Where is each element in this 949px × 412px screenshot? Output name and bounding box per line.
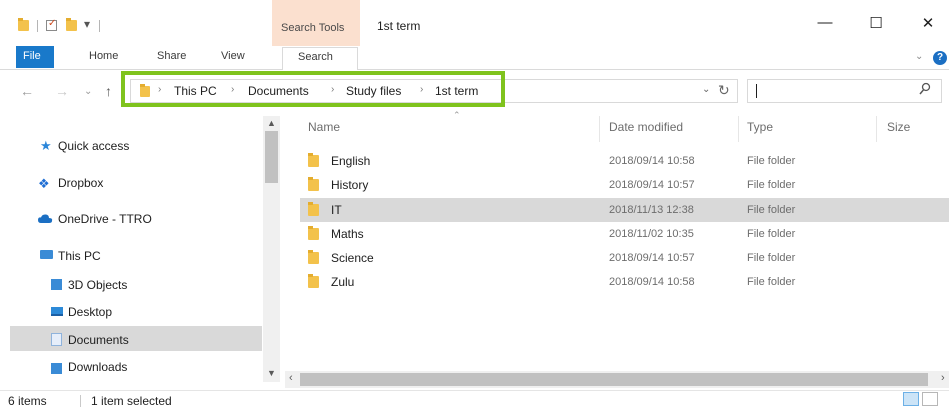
column-divider[interactable] (599, 116, 600, 142)
search-tools-label: Search Tools (281, 22, 345, 34)
item-count: 6 items (8, 394, 47, 408)
maximize-button[interactable]: ☐ (866, 14, 886, 32)
scroll-left-icon[interactable]: ‹ (289, 372, 293, 384)
dropbox-icon: ❖ (38, 176, 50, 191)
nav-item-quick-access[interactable]: Quick access (58, 139, 129, 153)
desktop-icon (51, 307, 63, 316)
column-name[interactable]: Name (308, 120, 340, 134)
downloads-icon (51, 363, 62, 374)
forward-icon[interactable]: → (55, 83, 69, 99)
cloud-icon (38, 212, 53, 226)
folder-icon (308, 153, 319, 167)
documents-icon (51, 333, 62, 346)
tab-home[interactable]: Home (89, 50, 118, 62)
file-name[interactable]: History (331, 178, 368, 192)
file-name[interactable]: Maths (331, 227, 364, 241)
window-title: 1st term (377, 19, 421, 33)
file-name[interactable]: IT (331, 203, 342, 217)
address-dropdown-icon[interactable]: ⌄ (702, 84, 710, 95)
tab-file[interactable]: File (16, 46, 54, 68)
file-type: File folder (747, 228, 796, 240)
scroll-down-icon[interactable]: ▼ (267, 368, 276, 378)
up-icon[interactable]: ↑ (105, 83, 112, 99)
qat-separator (37, 20, 38, 32)
file-type: File folder (747, 204, 796, 216)
folder-icon (308, 250, 319, 264)
tab-view[interactable]: View (221, 50, 245, 62)
refresh-icon[interactable]: ↻ (718, 82, 730, 99)
file-name[interactable]: Science (331, 251, 374, 265)
back-icon[interactable]: ← (20, 83, 34, 99)
computer-icon (40, 250, 53, 259)
folder-icon (308, 274, 319, 288)
close-button[interactable]: ✕ (918, 14, 938, 32)
folder-icon (308, 202, 319, 216)
file-type: File folder (747, 179, 796, 191)
file-date: 2018/11/02 10:35 (609, 228, 694, 240)
nav-item-this-pc[interactable]: This PC (58, 249, 101, 263)
file-date: 2018/09/14 10:57 (609, 252, 695, 264)
sort-indicator-icon: ⌃ (453, 110, 461, 120)
new-folder-icon[interactable] (66, 18, 77, 31)
customize-qat-icon[interactable]: ▾ (84, 17, 90, 31)
file-type: File folder (747, 252, 796, 264)
file-date: 2018/09/14 10:58 (609, 155, 695, 167)
file-date: 2018/09/14 10:57 (609, 179, 695, 191)
column-date-modified[interactable]: Date modified (609, 120, 683, 134)
nav-item-desktop[interactable]: Desktop (68, 305, 112, 319)
search-icon[interactable] (919, 82, 931, 96)
star-icon: ★ (40, 138, 52, 153)
file-date: 2018/11/13 12:38 (609, 204, 694, 216)
ribbon (0, 46, 949, 70)
3d-objects-icon (51, 279, 62, 290)
folder-icon (308, 177, 319, 191)
column-type[interactable]: Type (747, 120, 773, 134)
file-name[interactable]: English (331, 154, 370, 168)
scroll-up-icon[interactable]: ▲ (267, 118, 276, 128)
status-divider (80, 395, 81, 407)
file-type: File folder (747, 276, 796, 288)
content-hscroll-thumb[interactable] (300, 373, 928, 386)
nav-selection-highlight (10, 326, 262, 351)
help-icon[interactable]: ? (933, 51, 947, 65)
scroll-right-icon[interactable]: › (941, 372, 945, 384)
nav-item-documents[interactable]: Documents (68, 333, 129, 347)
selection-count: 1 item selected (91, 394, 172, 408)
folder-icon[interactable] (18, 18, 29, 31)
column-divider[interactable] (738, 116, 739, 142)
file-type: File folder (747, 155, 796, 167)
nav-item-dropbox[interactable]: Dropbox (58, 176, 103, 190)
qat-separator (99, 20, 100, 32)
nav-item-3d-objects[interactable]: 3D Objects (68, 278, 127, 292)
properties-icon[interactable] (46, 18, 57, 31)
large-icons-view-icon[interactable] (922, 392, 938, 406)
column-size[interactable]: Size (887, 120, 910, 134)
tab-search[interactable]: Search (282, 47, 358, 70)
nav-item-downloads[interactable]: Downloads (68, 360, 127, 374)
column-divider[interactable] (876, 116, 877, 142)
minimize-button[interactable]: — (815, 14, 835, 31)
nav-item-onedrive[interactable]: OneDrive - TTRO (58, 212, 152, 226)
file-date: 2018/09/14 10:58 (609, 276, 695, 288)
details-view-icon[interactable] (903, 392, 919, 406)
tab-share[interactable]: Share (157, 50, 186, 62)
ribbon-expand-icon[interactable]: ⌄ (915, 51, 923, 62)
title-bar (0, 0, 949, 46)
recent-locations-icon[interactable]: ⌄ (84, 86, 92, 97)
address-highlight (121, 71, 505, 107)
search-input[interactable] (747, 79, 942, 103)
text-caret (756, 84, 757, 98)
nav-scroll-thumb[interactable] (265, 131, 278, 183)
folder-icon (308, 226, 319, 240)
file-name[interactable]: Zulu (331, 275, 354, 289)
